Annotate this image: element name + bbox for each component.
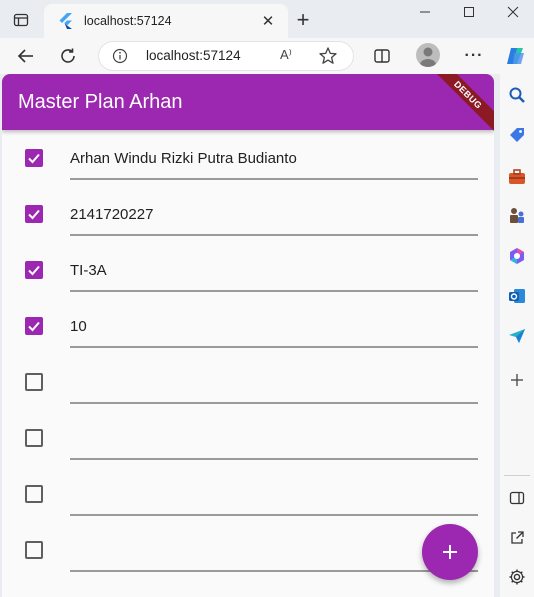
task-checkbox[interactable]	[25, 261, 43, 279]
new-tab-button[interactable]: +	[290, 7, 316, 32]
maximize-icon	[464, 7, 474, 17]
copilot-icon	[507, 48, 524, 64]
add-task-button[interactable]	[422, 524, 478, 580]
back-arrow-icon	[17, 49, 33, 63]
checkmark-icon	[28, 321, 40, 332]
tab-strip: localhost:57124 ✕ +	[0, 0, 534, 38]
back-button[interactable]	[12, 42, 40, 70]
settings-icon[interactable]	[506, 566, 528, 588]
read-aloud-icon[interactable]: A⁾	[280, 47, 300, 65]
task-text: 2141720227	[70, 206, 154, 223]
task-text: Arhan Windu Rizki Putra Budianto	[70, 150, 297, 167]
refresh-button[interactable]	[54, 42, 82, 70]
task-row: 2141720227	[2, 186, 494, 242]
split-screen-icon	[374, 49, 390, 63]
task-checkbox[interactable]	[25, 429, 43, 447]
task-text-field[interactable]	[70, 422, 478, 460]
address-bar[interactable]: localhost:57124 A⁾	[98, 41, 354, 71]
task-text: TI-3A	[70, 262, 107, 279]
tag-icon[interactable]	[506, 124, 528, 146]
m365-icon[interactable]	[506, 245, 528, 267]
task-row: TI-3A	[2, 242, 494, 298]
task-text: 10	[70, 318, 87, 335]
close-icon	[507, 6, 519, 18]
open-external-icon[interactable]	[506, 527, 528, 549]
task-text-field[interactable]: 10	[70, 310, 478, 348]
debug-banner: DEBUG	[429, 74, 494, 134]
task-text-field[interactable]	[70, 478, 478, 516]
task-text-field[interactable]	[70, 366, 478, 404]
task-text-field[interactable]: 2141720227	[70, 198, 478, 236]
sidebar-divider	[504, 475, 530, 476]
add-icon[interactable]	[506, 369, 528, 391]
task-row	[2, 410, 494, 466]
task-row: Arhan Windu Rizki Putra Budianto	[2, 130, 494, 186]
edge-sidebar	[500, 74, 534, 597]
chess-icon[interactable]	[506, 204, 528, 226]
url-text[interactable]: localhost:57124	[146, 48, 241, 63]
task-checkbox[interactable]	[25, 317, 43, 335]
search-icon[interactable]	[506, 84, 528, 106]
more-button[interactable]: ···	[460, 42, 488, 70]
profile-avatar[interactable]	[416, 43, 440, 67]
add-icon	[443, 545, 457, 559]
outlook-icon[interactable]	[506, 285, 528, 307]
window-close-button[interactable]	[492, 0, 534, 24]
task-checkbox[interactable]	[25, 541, 43, 559]
browser-tab[interactable]: localhost:57124 ✕	[44, 4, 288, 38]
task-row	[2, 466, 494, 522]
minimize-icon	[420, 11, 430, 13]
tab-title: localhost:57124	[84, 14, 172, 28]
toolbox-icon[interactable]	[506, 166, 528, 188]
task-text-field[interactable]: TI-3A	[70, 254, 478, 292]
task-checkbox[interactable]	[25, 205, 43, 223]
app-bar: Master Plan Arhan DEBUG	[2, 74, 494, 134]
app-title: Master Plan Arhan	[18, 91, 183, 113]
site-info-icon[interactable]	[112, 48, 128, 64]
task-row	[2, 354, 494, 410]
task-row: 10	[2, 298, 494, 354]
checkmark-icon	[28, 209, 40, 220]
split-screen-button[interactable]	[368, 42, 396, 70]
profile-icon	[420, 47, 436, 67]
favorite-star-icon[interactable]	[318, 46, 338, 66]
checkmark-icon	[28, 153, 40, 164]
task-checkbox[interactable]	[25, 373, 43, 391]
split-screen-icon[interactable]	[506, 487, 528, 509]
minimize-button[interactable]	[404, 0, 446, 24]
flutter-favicon-icon	[58, 13, 74, 29]
refresh-icon	[61, 48, 75, 63]
copilot-button[interactable]	[502, 42, 530, 70]
task-checkbox[interactable]	[25, 485, 43, 503]
tab-actions-button[interactable]	[8, 8, 34, 32]
maximize-button[interactable]	[448, 0, 490, 24]
task-text-field[interactable]	[70, 534, 478, 572]
web-page: Master Plan Arhan DEBUG Arhan Windu Rizk…	[2, 74, 494, 597]
browser-toolbar: localhost:57124 A⁾ ···	[0, 38, 534, 74]
send-icon[interactable]	[506, 325, 528, 347]
task-text-field[interactable]: Arhan Windu Rizki Putra Budianto	[70, 142, 478, 180]
tab-close-button[interactable]: ✕	[256, 9, 280, 33]
checkmark-icon	[28, 265, 40, 276]
task-row	[2, 522, 494, 578]
task-checkbox[interactable]	[25, 149, 43, 167]
tab-actions-icon	[13, 13, 29, 27]
task-list: Arhan Windu Rizki Putra Budianto 2141720…	[2, 130, 494, 578]
